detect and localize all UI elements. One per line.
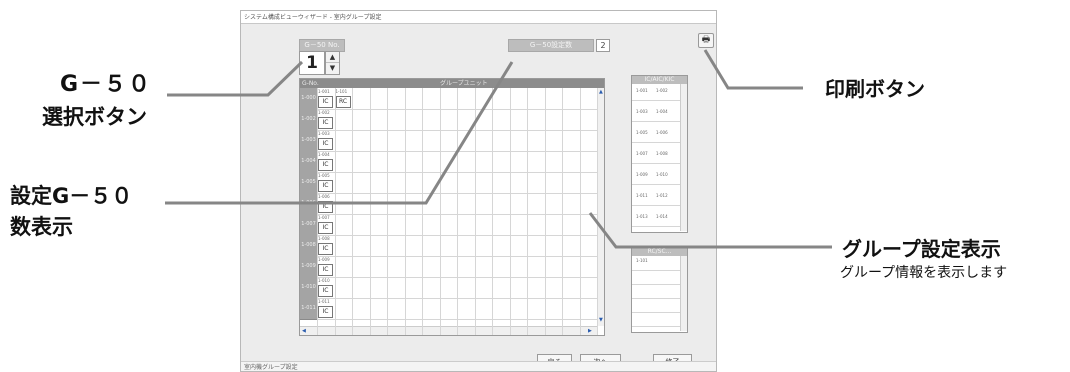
callout-leaders bbox=[165, 49, 832, 249]
leader-g50-select bbox=[167, 60, 304, 97]
callout-print: 印刷ボタン bbox=[825, 77, 925, 101]
callout-g50-select-line2: 選択ボタン bbox=[42, 105, 147, 129]
callout-g50-count-line2: 数表示 bbox=[10, 215, 73, 239]
leader-g50-count bbox=[165, 61, 514, 205]
callout-g50-select-line1: G－５０ bbox=[60, 72, 153, 97]
leader-group bbox=[588, 212, 832, 249]
callout-group: グループ設定表示 bbox=[842, 237, 1001, 261]
callout-g50-count-line1: 設定G－５０ bbox=[10, 184, 133, 208]
leader-print bbox=[703, 49, 803, 90]
callout-group-sub: グループ情報を表示します bbox=[840, 265, 1008, 281]
